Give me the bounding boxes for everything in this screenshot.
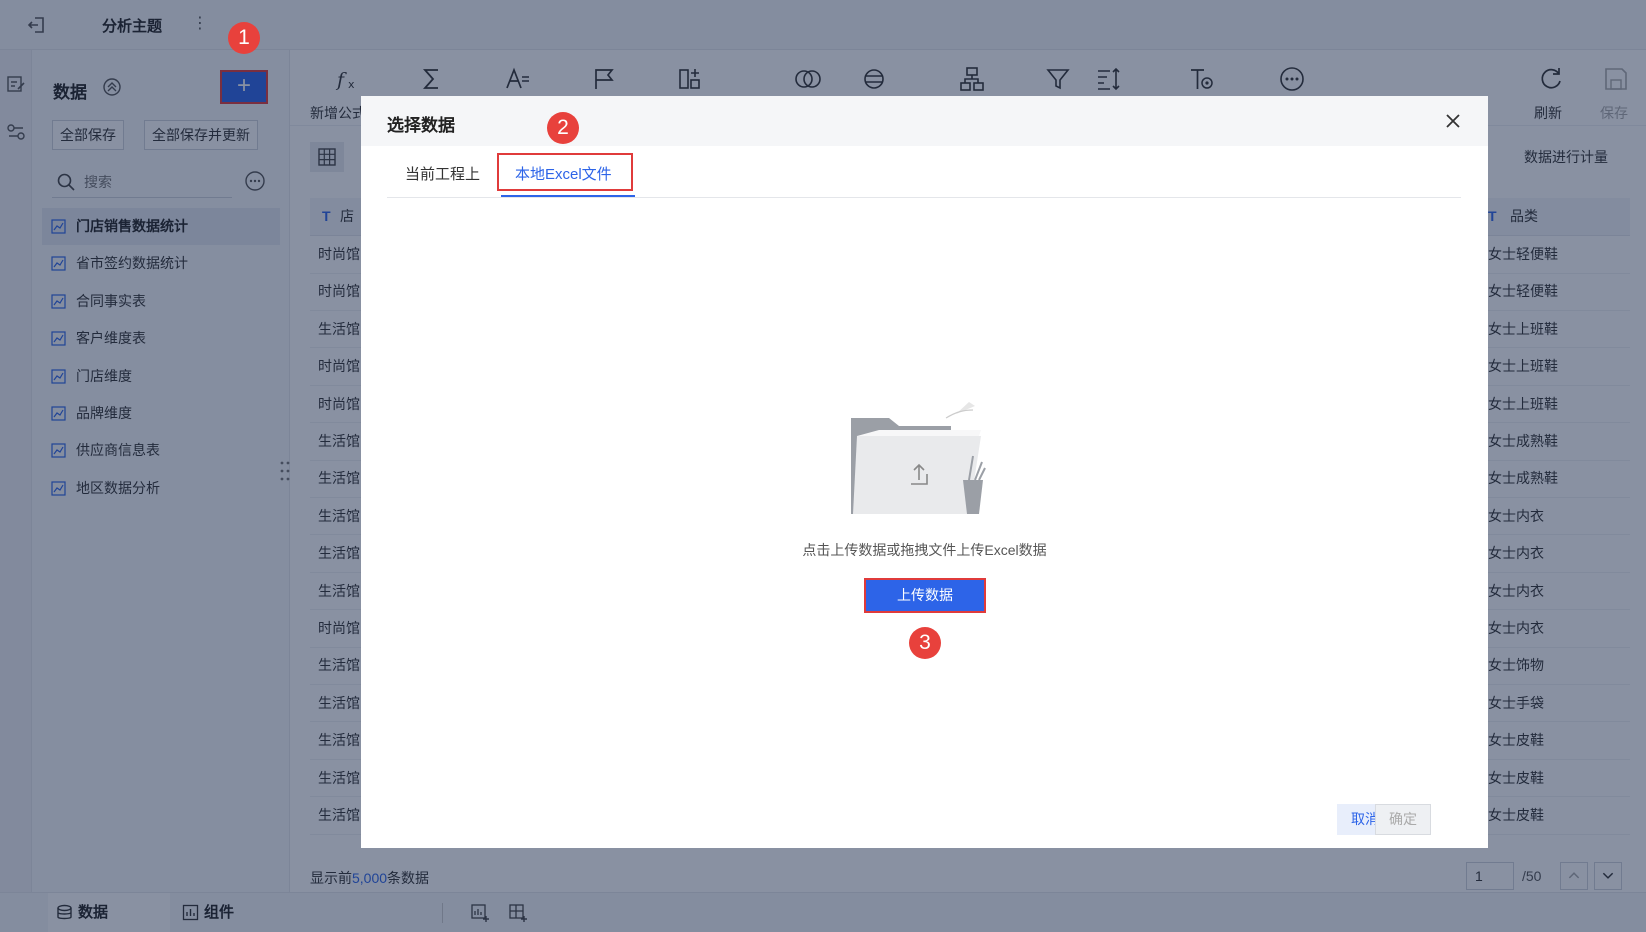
dialog-tabs: 当前工程上 本地Excel文件 — [387, 146, 1461, 198]
upload-data-button[interactable]: 上传数据 — [864, 578, 986, 613]
annotation-badge-2: 2 — [547, 112, 579, 144]
close-icon[interactable] — [1443, 111, 1463, 131]
dialog-header: 选择数据 — [361, 96, 1488, 146]
upload-hint: 点击上传数据或拖拽文件上传Excel数据 — [802, 542, 1047, 558]
upload-folder-illustration[interactable] — [851, 396, 1011, 521]
tab-highlight — [497, 153, 633, 191]
dialog-title: 选择数据 — [387, 116, 455, 135]
annotation-badge-1: 1 — [228, 22, 260, 54]
tab-active-indicator — [501, 195, 635, 197]
tab-current-project[interactable]: 当前工程上 — [405, 163, 480, 184]
select-data-dialog: 选择数据 2 当前工程上 本地Excel文件 点击上传数据或拖拽文件上传Exce… — [361, 96, 1488, 848]
confirm-button[interactable]: 确定 — [1375, 804, 1431, 835]
annotation-badge-3: 3 — [909, 627, 941, 659]
